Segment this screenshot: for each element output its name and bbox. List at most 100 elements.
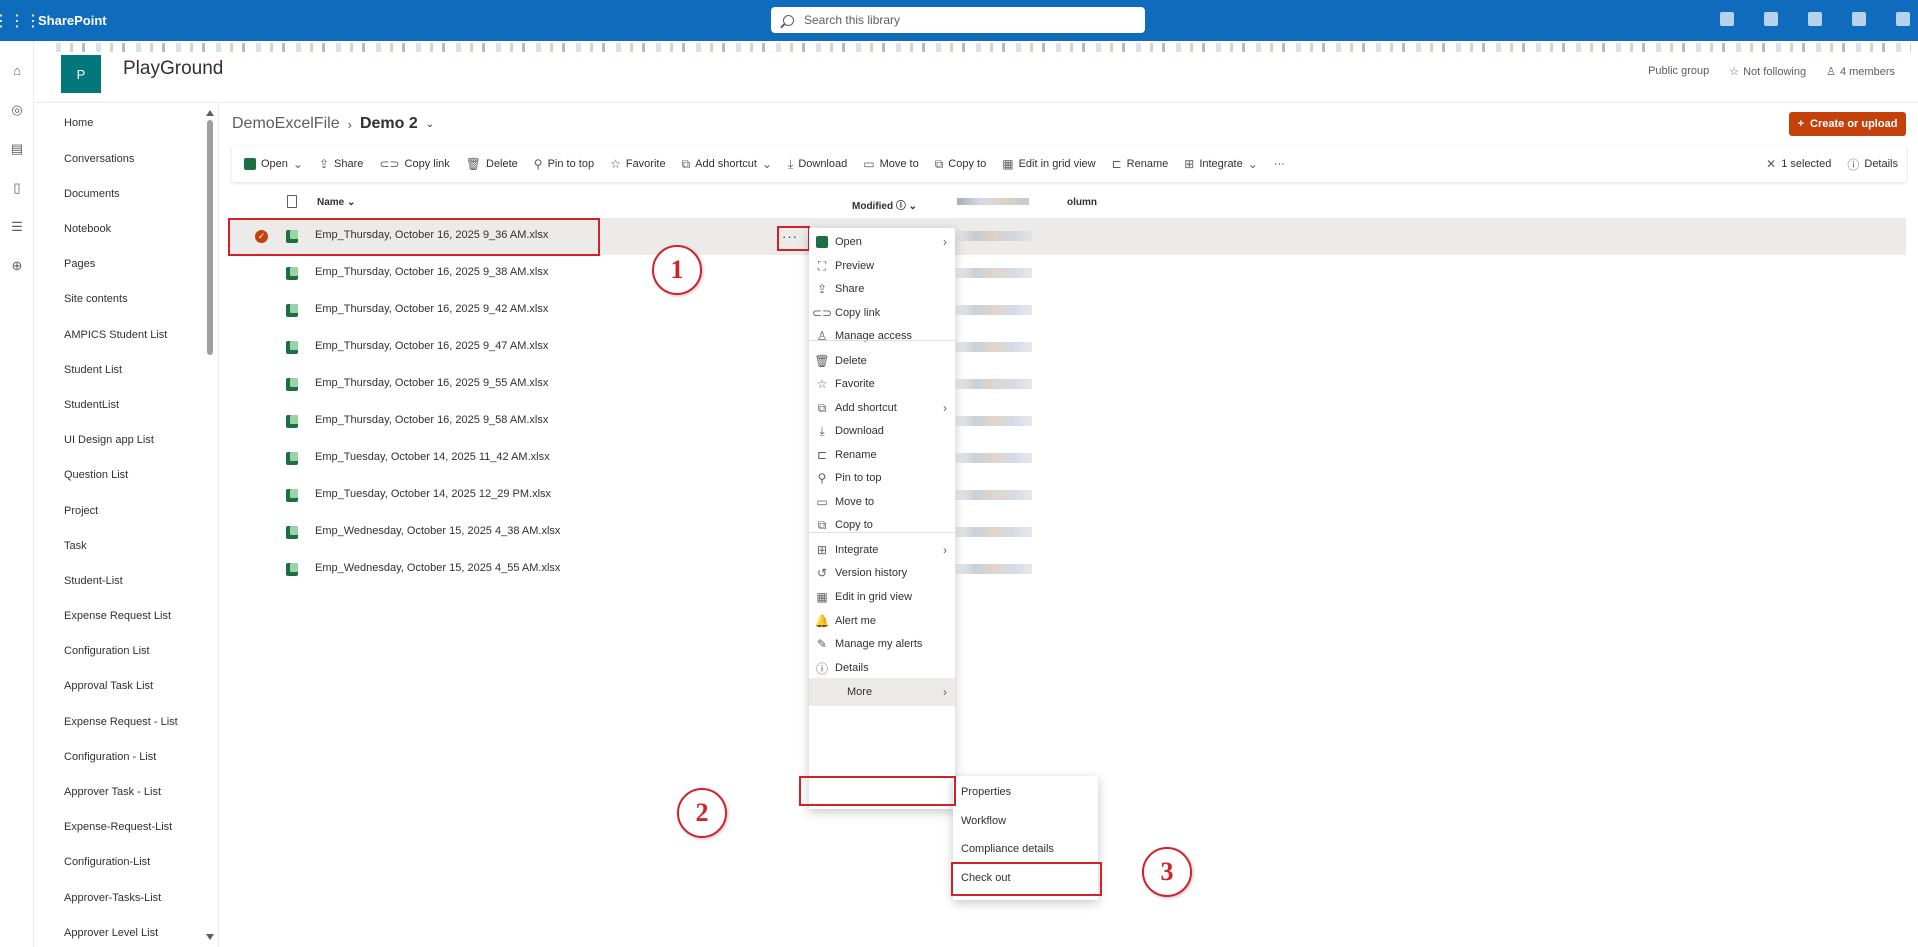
context-menu-item[interactable]: ♙ Manage access: [809, 322, 955, 350]
modified-column-header[interactable]: Modified ⓘ ⌄: [852, 197, 917, 212]
more-commands-button[interactable]: ···: [1266, 146, 1293, 182]
nav-item[interactable]: Approver-Tasks-List: [64, 892, 161, 904]
context-menu-item[interactable]: ⧉ Copy to: [809, 511, 955, 539]
file-name[interactable]: Emp_Thursday, October 16, 2025 9_47 AM.x…: [315, 340, 548, 352]
file-type-icon[interactable]: [287, 195, 297, 208]
context-menu-label: Details: [835, 662, 869, 674]
scroll-up-icon[interactable]: [206, 110, 214, 116]
lists-icon[interactable]: ☰: [0, 207, 34, 246]
nav-item[interactable]: UI Design app List: [64, 434, 154, 446]
file-name[interactable]: Emp_Wednesday, October 15, 2025 4_55 AM.…: [315, 562, 560, 574]
file-row[interactable]: Emp_Tuesday, October 14, 2025 11_42 AM.x…: [228, 440, 1906, 477]
suite-icon-4[interactable]: [1852, 12, 1866, 26]
file-name[interactable]: Emp_Thursday, October 16, 2025 9_38 AM.x…: [315, 266, 548, 278]
file-name[interactable]: Emp_Thursday, October 16, 2025 9_42 AM.x…: [315, 303, 548, 315]
details-button[interactable]: ⓘ Details: [1839, 146, 1906, 182]
globe-icon[interactable]: ◎: [0, 90, 34, 129]
nav-item[interactable]: Home: [64, 117, 93, 129]
nav-item[interactable]: Configuration - List: [64, 751, 156, 763]
file-name[interactable]: Emp_Tuesday, October 14, 2025 11_42 AM.x…: [315, 451, 550, 463]
nav-item[interactable]: Documents: [64, 188, 120, 200]
excel-file-icon: [286, 526, 298, 539]
app-name[interactable]: SharePoint: [38, 13, 107, 28]
chevron-down-icon[interactable]: ⌄: [426, 119, 434, 130]
news-icon[interactable]: ▤: [0, 129, 34, 168]
favorite-command[interactable]: ☆ Favorite: [602, 146, 674, 182]
info-icon: ⓘ: [1847, 157, 1860, 172]
search-box[interactable]: Search this library: [771, 7, 1145, 33]
delete-command[interactable]: 🗑 Delete: [458, 146, 526, 182]
file-row[interactable]: Emp_Thursday, October 16, 2025 9_47 AM.x…: [228, 329, 1906, 366]
suite-icon-1[interactable]: [1720, 12, 1734, 26]
integrate-command[interactable]: ⊞ Integrate ⌄: [1176, 146, 1266, 182]
app-launcher-icon[interactable]: ⋮⋮⋮: [0, 0, 41, 41]
nav-item[interactable]: Project: [64, 505, 98, 517]
download-command[interactable]: ⤓ Download: [780, 146, 855, 182]
file-name[interactable]: Emp_Tuesday, October 14, 2025 12_29 PM.x…: [315, 488, 551, 500]
home-icon[interactable]: ⌂: [0, 51, 34, 90]
nav-item[interactable]: Expense Request - List: [64, 716, 178, 728]
nav-item[interactable]: Approval Task List: [64, 680, 153, 692]
create-or-upload-button[interactable]: + Create or upload: [1789, 112, 1906, 136]
nav-item[interactable]: Site contents: [64, 293, 128, 305]
rename-command[interactable]: ⊏ Rename: [1104, 146, 1177, 182]
copy-link-command[interactable]: ⊂⊃ Copy link: [371, 146, 457, 182]
file-name[interactable]: Emp_Wednesday, October 15, 2025 4_38 AM.…: [315, 525, 560, 537]
name-column-header[interactable]: Name ⌄: [317, 197, 355, 208]
nav-item[interactable]: Approver Task - List: [64, 786, 161, 798]
breadcrumb-current[interactable]: Demo 2: [360, 115, 418, 133]
nav-item[interactable]: Conversations: [64, 153, 134, 165]
add-shortcut-command[interactable]: ⧉ Add shortcut ⌄: [674, 146, 780, 182]
suite-icon-2[interactable]: [1764, 12, 1778, 26]
files-icon[interactable]: ▯: [0, 168, 34, 207]
file-name[interactable]: Emp_Thursday, October 16, 2025 9_55 AM.x…: [315, 377, 548, 389]
members-button[interactable]: ♙ 4 members: [1826, 65, 1895, 78]
file-name[interactable]: Emp_Thursday, October 16, 2025 9_58 AM.x…: [315, 414, 548, 426]
follow-button[interactable]: ☆ Not following: [1729, 65, 1806, 78]
nav-item[interactable]: Approver Level List: [64, 927, 158, 939]
open-command[interactable]: Open ⌄: [232, 146, 311, 182]
grid-icon: ▦: [1002, 157, 1014, 171]
custom-column-header[interactable]: olumn: [1067, 197, 1097, 208]
file-row[interactable]: Emp_Tuesday, October 14, 2025 12_29 PM.x…: [228, 477, 1906, 514]
file-row[interactable]: Emp_Wednesday, October 15, 2025 4_55 AM.…: [228, 551, 1906, 588]
edit-grid-command[interactable]: ▦ Edit in grid view: [994, 146, 1103, 182]
nav-item[interactable]: AMPICS Student List: [64, 329, 167, 341]
nav-item[interactable]: Notebook: [64, 223, 111, 235]
nav-item[interactable]: Expense-Request-List: [64, 821, 172, 833]
share-command[interactable]: ⇪ Share: [311, 146, 371, 182]
submenu-item[interactable]: Compliance details: [961, 843, 1054, 855]
file-row[interactable]: Emp_Thursday, October 16, 2025 9_55 AM.x…: [228, 366, 1906, 403]
create-icon[interactable]: ⊕: [0, 246, 34, 285]
site-logo[interactable]: P: [61, 55, 101, 93]
context-menu-label: Favorite: [835, 378, 875, 390]
submenu-item[interactable]: Workflow: [961, 815, 1006, 827]
nav-item[interactable]: Expense Request List: [64, 610, 171, 622]
submenu-item[interactable]: Properties: [961, 786, 1011, 798]
nav-item[interactable]: Student-List: [64, 575, 123, 587]
suite-icon-3[interactable]: [1808, 12, 1822, 26]
context-menu-item[interactable]: More ›: [809, 678, 955, 706]
breadcrumb-parent[interactable]: DemoExcelFile: [232, 115, 340, 133]
avatar[interactable]: [1896, 12, 1910, 26]
move-to-command[interactable]: ▭ Move to: [855, 146, 926, 182]
nav-scrollbar[interactable]: [206, 110, 214, 940]
nav-item[interactable]: Pages: [64, 258, 95, 270]
nav-item[interactable]: Student List: [64, 364, 122, 376]
scroll-down-icon[interactable]: [206, 934, 214, 940]
copy-to-command[interactable]: ⧉ Copy to: [927, 146, 995, 182]
redacted-column-header[interactable]: [957, 198, 1029, 205]
nav-item[interactable]: Question List: [64, 469, 128, 481]
file-row[interactable]: Emp_Thursday, October 16, 2025 9_38 AM.x…: [228, 255, 1906, 292]
file-row[interactable]: Emp_Thursday, October 16, 2025 9_42 AM.x…: [228, 292, 1906, 329]
scroll-thumb[interactable]: [207, 120, 213, 355]
pin-to-top-command[interactable]: ⚲ Pin to top: [526, 146, 602, 182]
nav-item[interactable]: Task: [64, 540, 87, 552]
file-row[interactable]: Emp_Thursday, October 16, 2025 9_58 AM.x…: [228, 403, 1906, 440]
file-row[interactable]: Emp_Wednesday, October 15, 2025 4_38 AM.…: [228, 514, 1906, 551]
nav-item[interactable]: StudentList: [64, 399, 119, 411]
clear-selection-button[interactable]: ✕ 1 selected: [1758, 146, 1839, 182]
nav-item[interactable]: Configuration-List: [64, 856, 150, 868]
nav-item[interactable]: Configuration List: [64, 645, 150, 657]
site-title[interactable]: PlayGround: [123, 58, 223, 80]
